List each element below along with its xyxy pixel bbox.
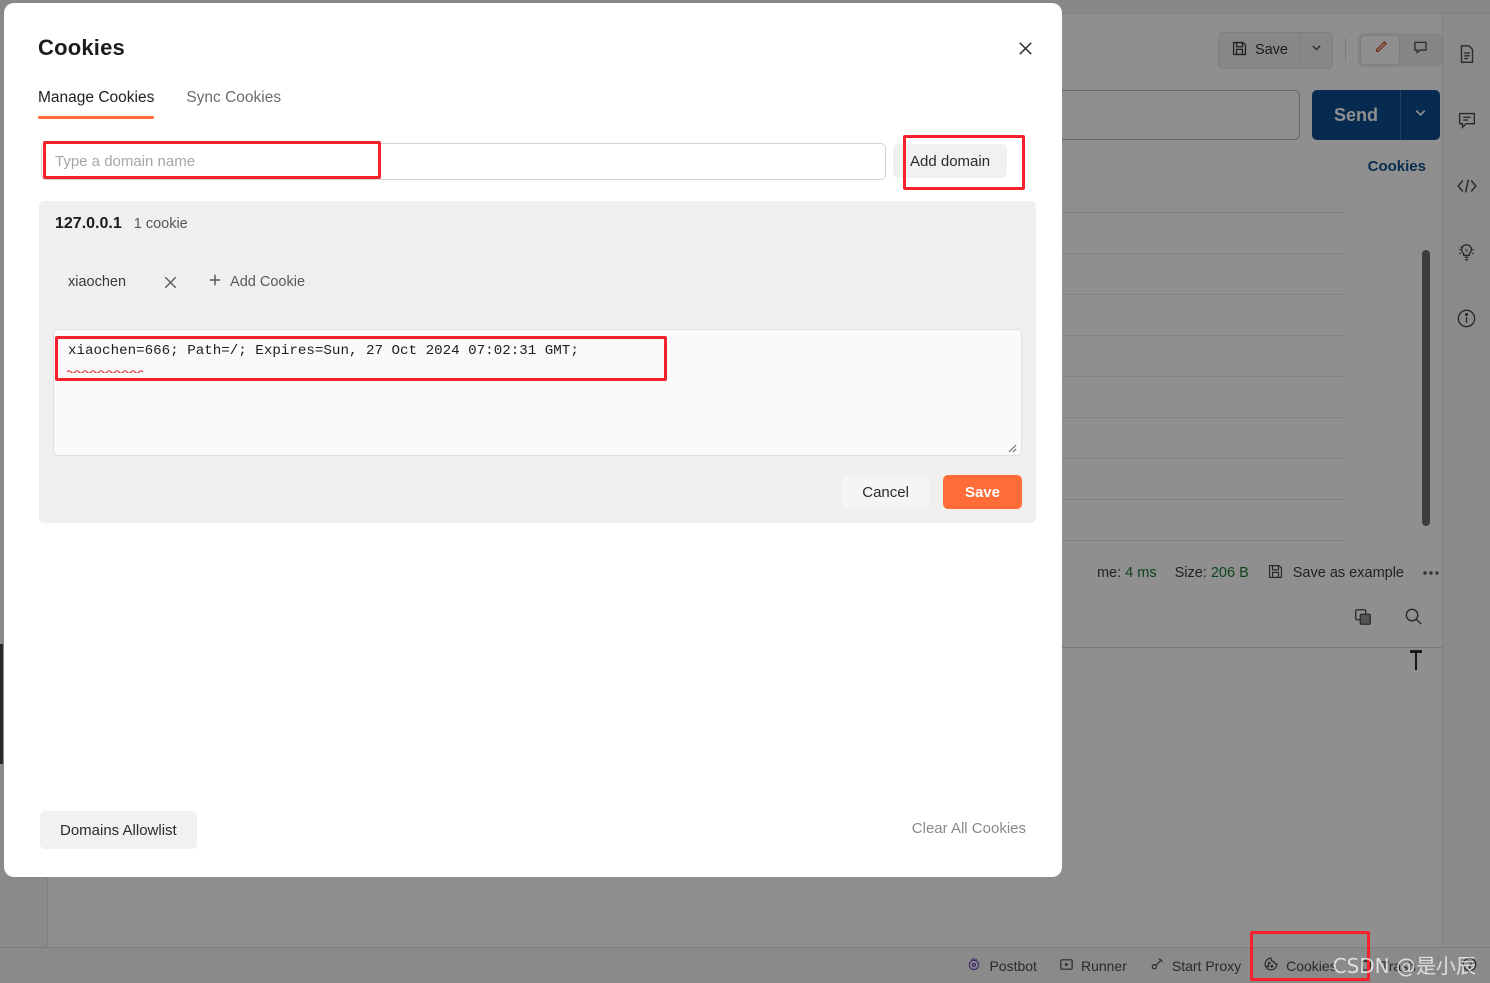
domains-allowlist-button[interactable]: Domains Allowlist <box>40 811 197 849</box>
domain-label: 127.0.0.1 <box>55 215 122 232</box>
cookie-string-editor <box>53 329 1022 456</box>
modal-tabs: Manage Cookies Sync Cookies <box>38 89 281 119</box>
spellcheck-underline <box>66 360 144 374</box>
tab-sync-cookies[interactable]: Sync Cookies <box>186 89 281 119</box>
page-title: Cookies <box>38 35 125 60</box>
add-cookie-label: Add Cookie <box>230 274 306 290</box>
save-cookie-button[interactable]: Save <box>942 475 1022 509</box>
modal-footer: Domains Allowlist Clear All Cookies <box>4 811 1062 849</box>
cookies-modal: Cookies Manage Cookies Sync Cookies Add … <box>4 3 1062 877</box>
add-domain-row: Add domain <box>41 141 1027 181</box>
add-domain-button[interactable]: Add domain <box>893 144 1008 178</box>
cookie-chip-row: xiaochen Add Cookie <box>68 266 305 298</box>
cancel-button[interactable]: Cancel <box>842 475 929 509</box>
add-cookie-button[interactable]: Add Cookie <box>208 273 305 291</box>
domain-name-input[interactable] <box>41 142 886 180</box>
tab-manage-cookies[interactable]: Manage Cookies <box>38 89 155 119</box>
cookie-editor-actions: Cancel Save <box>842 475 1022 509</box>
screen: Save Send Cookies me: 4 ms Size: 206 B S… <box>0 0 1490 983</box>
cookie-name-chip[interactable]: xiaochen <box>68 274 126 290</box>
domain-card-header: 127.0.0.1 1 cookie <box>55 215 188 233</box>
cookie-count-label: 1 cookie <box>133 216 188 232</box>
cookie-string-input[interactable] <box>53 329 1022 456</box>
close-icon[interactable] <box>154 266 186 298</box>
close-icon[interactable] <box>1010 33 1040 63</box>
plus-icon <box>208 273 222 291</box>
clear-all-cookies-button[interactable]: Clear All Cookies <box>912 820 1026 837</box>
domain-card: 127.0.0.1 1 cookie xiaochen Add Cookie x… <box>39 201 1036 523</box>
